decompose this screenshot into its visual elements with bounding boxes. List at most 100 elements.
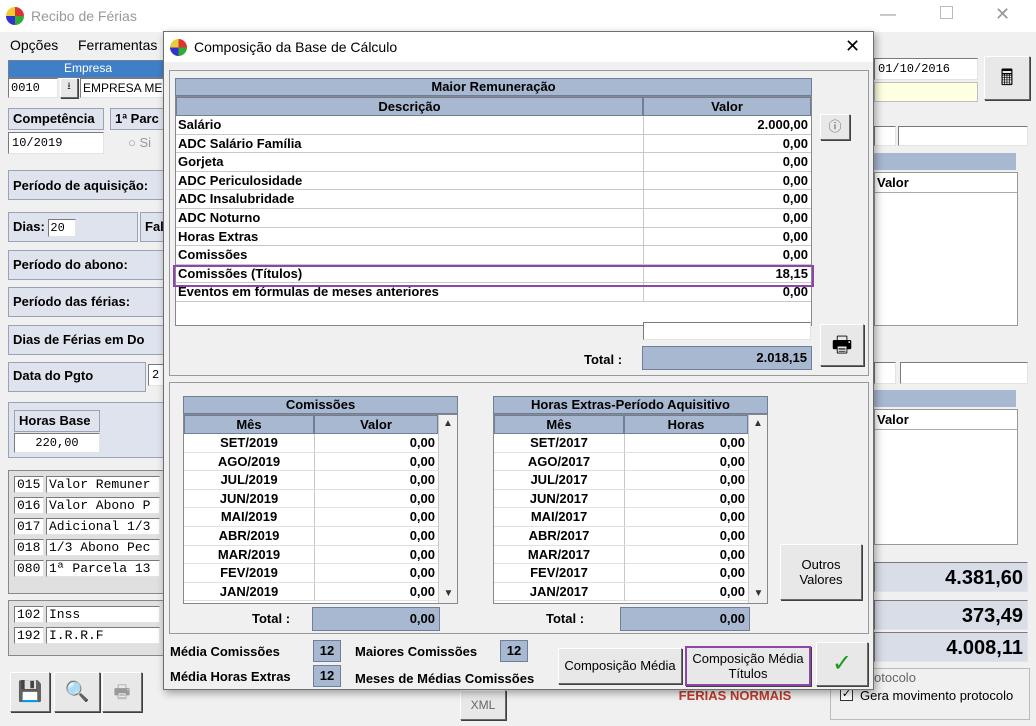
event-row[interactable]: 017 Adicional 1/3 xyxy=(14,518,160,535)
table-row[interactable]: SET/2017 0,00 xyxy=(494,434,748,453)
info-icon[interactable]: ⓘ xyxy=(820,114,850,140)
dialog-titlebar: Composição da Base de Cálculo ✕ xyxy=(164,32,873,62)
table-row[interactable]: JUL/2019 0,00 xyxy=(184,471,438,490)
table-row[interactable]: MAR/2019 0,00 xyxy=(184,545,438,565)
row-valor: 0,00 xyxy=(314,545,438,564)
print-icon[interactable]: 🖶 xyxy=(102,672,142,712)
remuneracao-input[interactable] xyxy=(643,322,811,340)
table-row[interactable]: Comissões 0,00 xyxy=(176,246,811,265)
competencia-field[interactable]: 10/2019 xyxy=(8,132,104,154)
table-row[interactable]: JUL/2017 0,00 xyxy=(494,471,748,490)
empresa-code-field[interactable]: 0010 xyxy=(8,78,58,98)
right-grid1: Valor xyxy=(874,172,1018,326)
table-row[interactable]: FEV/2017 0,00 xyxy=(494,564,748,583)
maiores-comissoes-value[interactable]: 12 xyxy=(500,640,528,662)
media-horas-value[interactable]: 12 xyxy=(313,665,341,687)
comissoes-scrollbar[interactable]: ▲ ▼ xyxy=(438,415,457,603)
table-row[interactable]: SET/2019 0,00 xyxy=(184,434,438,453)
table-row[interactable]: ABR/2019 0,00 xyxy=(184,526,438,546)
horas-total-label: Total : xyxy=(546,611,585,626)
table-row[interactable]: ADC Insalubridade 0,00 xyxy=(176,190,811,209)
event-row[interactable]: 018 1/3 Abono Pec xyxy=(14,539,160,556)
periodo-aquisicao-label: Período de aquisição: xyxy=(8,170,164,200)
xml-button[interactable]: XML xyxy=(460,690,506,720)
media-comissoes-label: Média Comissões xyxy=(170,644,280,659)
protocolo-group-label: otocolo xyxy=(874,670,916,685)
table-row[interactable]: ABR/2017 0,00 xyxy=(494,526,748,546)
dialog-close-icon[interactable]: ✕ xyxy=(845,36,860,57)
maximize-icon[interactable] xyxy=(940,6,953,19)
event-row[interactable]: 016 Valor Abono P xyxy=(14,497,160,514)
horas-base-field[interactable]: 220,00 xyxy=(14,433,100,453)
table-row[interactable]: AGO/2019 0,00 xyxy=(184,452,438,472)
scroll-down-icon[interactable]: ▼ xyxy=(439,585,458,603)
table-row[interactable]: MAR/2017 0,00 xyxy=(494,545,748,565)
menu-ferramentas[interactable]: Ferramentas xyxy=(78,37,157,53)
minimize-icon[interactable]: — xyxy=(880,6,896,24)
scroll-up-icon[interactable]: ▲ xyxy=(439,415,457,433)
table-row[interactable]: MAI/2019 0,00 xyxy=(184,508,438,527)
comissoes-col-valor: Valor xyxy=(314,415,438,434)
discount-row[interactable]: 102 Inss xyxy=(14,606,160,623)
table-row[interactable]: Gorjeta 0,00 xyxy=(176,153,811,172)
media-comissoes-value[interactable]: 12 xyxy=(313,640,341,662)
print-table-icon[interactable]: 🖶 xyxy=(820,324,864,366)
empresa-name-field[interactable]: EMPRESA MEI xyxy=(80,78,170,98)
row-mes: JUL/2017 xyxy=(530,472,588,488)
competencia-label: Competência xyxy=(8,108,104,130)
menu-opcoes[interactable]: Opções xyxy=(10,37,58,53)
composicao-media-button[interactable]: Composição Média xyxy=(558,648,682,684)
table-row[interactable]: ADC Noturno 0,00 xyxy=(176,208,811,228)
row-valor: 0,00 xyxy=(314,452,438,471)
discount-code: 192 xyxy=(14,627,44,644)
col-valor-header: Valor xyxy=(643,97,811,116)
dias-field[interactable]: 20 xyxy=(48,219,77,237)
col-descricao-header: Descrição xyxy=(176,97,643,116)
event-code: 018 xyxy=(14,539,44,556)
maior-remuneracao-title: Maior Remuneração xyxy=(175,78,812,96)
horas-col-mes: Mês xyxy=(494,415,624,434)
row-mes: FEV/2017 xyxy=(530,565,588,581)
table-row[interactable]: FEV/2019 0,00 xyxy=(184,564,438,583)
row-valor: 0,00 xyxy=(643,246,811,265)
ok-check-button[interactable]: ✓ xyxy=(816,642,868,686)
horas-extras-title: Horas Extras-Período Aquisitivo xyxy=(493,396,768,414)
event-row[interactable]: 015 Valor Remuner xyxy=(14,476,160,493)
horas-scrollbar[interactable]: ▲ ▼ xyxy=(748,415,767,603)
row-valor: 0,00 xyxy=(624,526,748,545)
data-pgto-label: Data do Pgto xyxy=(8,362,146,392)
remuneracao-table: Descrição Valor Salário 2.000,00 ADC Salár… xyxy=(175,96,812,326)
table-row[interactable]: Comissões (Títulos) 18,15 xyxy=(176,264,811,284)
calculator-icon[interactable]: 🖩 xyxy=(984,56,1030,100)
media-horas-label: Média Horas Extras xyxy=(170,669,291,684)
table-row[interactable]: JAN/2017 0,00 xyxy=(494,582,748,602)
composicao-media-titulos-button[interactable]: Composição Média Títulos xyxy=(685,646,811,686)
row-valor: 0,00 xyxy=(624,471,748,490)
outros-valores-button[interactable]: Outros Valores xyxy=(780,544,862,600)
row-valor: 0,00 xyxy=(643,283,811,302)
table-row[interactable]: Salário 2.000,00 xyxy=(176,116,811,135)
scroll-down-icon[interactable]: ▼ xyxy=(749,585,768,603)
row-valor: 0,00 xyxy=(643,190,811,209)
row-valor: 0,00 xyxy=(624,545,748,564)
data-pgto-field[interactable]: 2 xyxy=(148,364,164,386)
table-row[interactable]: JAN/2019 0,00 xyxy=(184,582,438,602)
save-icon[interactable]: 💾 xyxy=(10,672,50,712)
discount-row[interactable]: 192 I.R.R.F xyxy=(14,627,160,644)
table-row[interactable]: ADC Salário Família 0,00 xyxy=(176,134,811,154)
event-row[interactable]: 080 1ª Parcela 13 xyxy=(14,560,160,577)
row-mes: FEV/2019 xyxy=(220,565,278,581)
table-row[interactable]: JUN/2019 0,00 xyxy=(184,489,438,509)
table-row[interactable]: MAI/2017 0,00 xyxy=(494,508,748,527)
table-row[interactable]: Horas Extras 0,00 xyxy=(176,227,811,247)
table-row[interactable]: JUN/2017 0,00 xyxy=(494,489,748,509)
date-field[interactable]: 01/10/2016 xyxy=(874,58,978,80)
table-row[interactable]: AGO/2017 0,00 xyxy=(494,452,748,472)
parcela-radio[interactable]: ○ Si xyxy=(128,135,151,150)
close-window-icon[interactable]: ✕ xyxy=(995,4,1010,25)
search-icon[interactable]: 🔍 xyxy=(54,672,100,712)
scroll-up-icon[interactable]: ▲ xyxy=(749,415,767,433)
empresa-lookup-icon[interactable]: ⭳ xyxy=(60,78,78,98)
table-row[interactable]: ADC Periculosidade 0,00 xyxy=(176,171,811,191)
table-row[interactable]: Eventos em fórmulas de meses anteriores 0… xyxy=(176,283,811,302)
